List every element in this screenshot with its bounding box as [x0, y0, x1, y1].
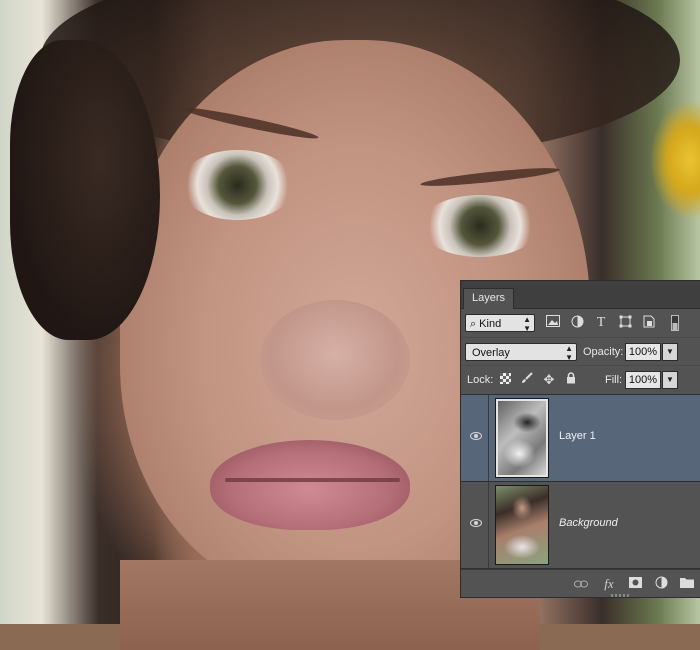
lock-row: Lock: ✥ Fill: 100% ▼ [461, 365, 700, 394]
layer-thumbnail [495, 398, 549, 478]
layers-panel: Layers ⌕ Kind ▲ ▼ T Overlay ▲ ▼ Opacity: 1 [460, 280, 700, 598]
lock-position-icon[interactable]: ✥ [541, 372, 557, 388]
add-mask-icon[interactable] [627, 576, 643, 592]
lock-image-pixels-icon[interactable] [519, 372, 535, 388]
opacity-dropdown-button[interactable]: ▼ [662, 343, 678, 361]
smart-object-filter-icon[interactable] [641, 315, 657, 331]
nose [260, 300, 410, 420]
left-eye [180, 150, 295, 220]
new-group-icon[interactable] [679, 576, 695, 592]
layer-name[interactable]: Layer 1 [559, 430, 596, 442]
adjustment-filter-icon[interactable] [569, 315, 585, 331]
right-eye [420, 195, 540, 257]
eye-icon[interactable] [470, 432, 482, 440]
lip-line [225, 478, 400, 482]
fx-icon[interactable]: fx [601, 576, 617, 592]
adjustment-layer-icon[interactable] [653, 576, 669, 592]
panel-footer: fx [461, 569, 700, 598]
fill-dropdown-button[interactable]: ▼ [662, 371, 678, 389]
blend-row: Overlay ▲ ▼ Opacity: 100% ▼ [461, 337, 700, 366]
resize-grip[interactable] [611, 594, 631, 597]
filter-kind-label: Kind [479, 318, 502, 330]
filter-toggle-icon[interactable] [667, 315, 683, 331]
lock-transparent-pixels-icon[interactable] [497, 372, 513, 388]
image-filter-icon[interactable] [545, 315, 561, 331]
tab-layers[interactable]: Layers [463, 288, 515, 309]
updown-arrows-icon: ▲ ▼ [565, 344, 573, 362]
opacity-label: Opacity: [583, 346, 624, 358]
search-icon: ⌕ [470, 318, 477, 330]
layer-thumbnail [495, 485, 549, 565]
layer-row-background[interactable]: Background [461, 481, 700, 569]
opacity-input[interactable]: 100% [625, 343, 661, 361]
fill-input[interactable]: 100% [625, 371, 661, 389]
visibility-toggle[interactable] [461, 482, 489, 568]
lock-all-icon[interactable] [563, 372, 579, 388]
filter-row: ⌕ Kind ▲ ▼ T [461, 309, 700, 337]
blend-mode-value: Overlay [472, 347, 510, 359]
link-layers-icon[interactable] [573, 576, 589, 592]
type-filter-icon[interactable]: T [593, 315, 609, 331]
fill-label: Fill: [605, 374, 623, 386]
updown-arrows-icon: ▲ ▼ [523, 315, 531, 333]
visibility-toggle[interactable] [461, 395, 489, 481]
layer-row-layer-1[interactable]: Layer 1 [461, 394, 700, 481]
blend-mode-select[interactable]: Overlay ▲ ▼ [465, 343, 577, 362]
layer-name[interactable]: Background [559, 517, 618, 529]
filter-kind-select[interactable]: ⌕ Kind ▲ ▼ [465, 314, 535, 333]
panel-tab-bar: Layers [461, 281, 700, 309]
lock-label: Lock: [467, 374, 494, 386]
eye-icon[interactable] [470, 519, 482, 527]
shape-filter-icon[interactable] [617, 315, 633, 331]
lips [210, 440, 410, 530]
